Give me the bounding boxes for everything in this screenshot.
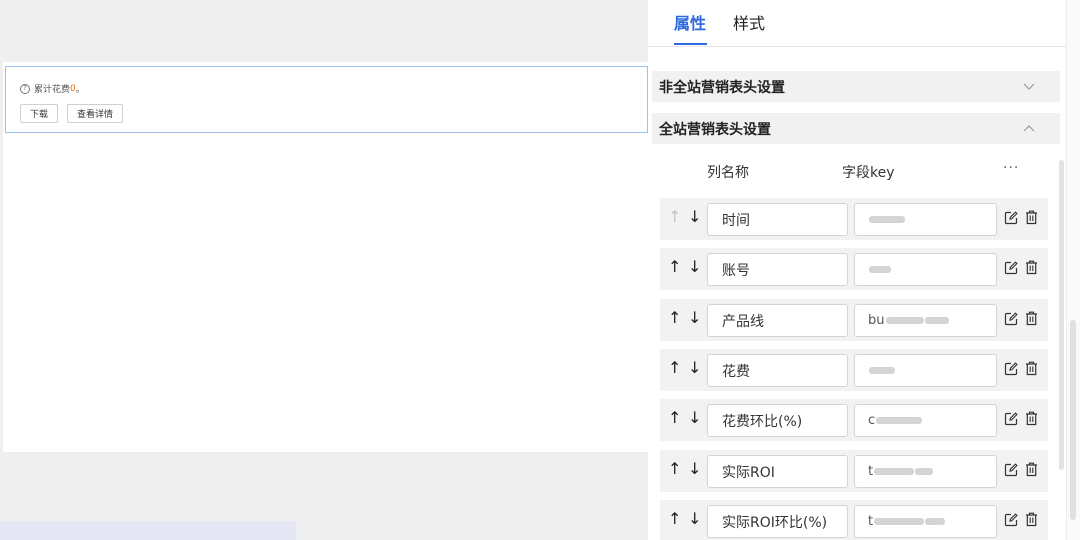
chevron-up-icon: [1023, 125, 1035, 132]
field-key-prefix: t: [868, 514, 874, 529]
redacted-text: [874, 518, 925, 525]
field-key-input[interactable]: c: [854, 404, 997, 437]
field-key-input[interactable]: [854, 354, 997, 387]
editor-canvas: ? 累计花费 0。 下载 查看详情: [0, 0, 648, 540]
summary-prefix: 累计花费: [34, 85, 71, 95]
chevron-down-icon: [1023, 83, 1035, 90]
table-row: ↑ ↓ 产品线 bu: [660, 299, 1048, 341]
column-name-input[interactable]: 账号: [707, 253, 848, 286]
panel-scrollbar[interactable]: [1059, 160, 1064, 470]
table-row: ↑ ↓ 实际ROI环比(%) t: [660, 500, 1048, 540]
question-circle-icon[interactable]: ?: [20, 83, 30, 94]
section-non-site-header[interactable]: 非全站营销表头设置: [652, 71, 1060, 102]
table-row: ↑ ↓ 实际ROI t: [660, 450, 1048, 492]
arrow-up-icon[interactable]: ↑: [668, 408, 681, 427]
column-name-input[interactable]: 实际ROI环比(%): [707, 505, 848, 538]
arrow-up-icon[interactable]: ↑: [668, 308, 681, 327]
field-key-input[interactable]: [854, 253, 997, 286]
arrow-down-icon[interactable]: ↓: [688, 207, 701, 226]
redacted-text: [869, 266, 891, 273]
field-key-input[interactable]: [854, 203, 997, 236]
table-row: ↑ ↓ 花费环比(%) c: [660, 399, 1048, 441]
arrow-up-icon[interactable]: ↑: [668, 257, 681, 276]
field-key-prefix: t: [868, 464, 874, 479]
spend-summary: ? 累计花费 0。: [20, 82, 85, 95]
arrow-up-icon[interactable]: ↑: [668, 509, 681, 528]
arrow-up-icon[interactable]: ↑: [668, 459, 681, 478]
trash-icon[interactable]: [1025, 411, 1038, 426]
redacted-text: [915, 468, 934, 475]
column-headers: 列名称 字段key ···: [648, 152, 1066, 188]
arrow-down-icon[interactable]: ↓: [688, 308, 701, 327]
field-key-input[interactable]: t: [854, 455, 997, 488]
column-name-input[interactable]: 花费环比(%): [707, 404, 848, 437]
trash-icon[interactable]: [1025, 512, 1038, 527]
table-row: ↑ ↓ 时间: [660, 198, 1048, 240]
column-name-input[interactable]: 产品线: [707, 304, 848, 337]
arrow-down-icon[interactable]: ↓: [688, 358, 701, 377]
view-details-button[interactable]: 查看详情: [67, 104, 124, 123]
table-row: ↑ ↓ 账号: [660, 248, 1048, 290]
redacted-text: [925, 518, 946, 525]
field-key-prefix: c: [868, 413, 876, 428]
trash-icon[interactable]: [1025, 361, 1038, 376]
redacted-text: [869, 367, 895, 374]
arrow-down-icon[interactable]: ↓: [688, 459, 701, 478]
tab-properties[interactable]: 属性: [674, 10, 706, 34]
panel-tabs: 属性 样式: [648, 0, 1066, 47]
field-key-input[interactable]: t: [854, 505, 997, 538]
column-name-input[interactable]: 花费: [707, 354, 848, 387]
column-name-input[interactable]: 实际ROI: [707, 455, 848, 488]
trash-icon[interactable]: [1025, 462, 1038, 477]
column-name-input[interactable]: 时间: [707, 203, 848, 236]
redacted-text: [874, 468, 915, 475]
tab-style[interactable]: 样式: [733, 10, 765, 34]
edit-icon[interactable]: [1004, 513, 1018, 527]
edit-icon[interactable]: [1004, 261, 1018, 275]
table-row: ↑ ↓ 花费: [660, 349, 1048, 391]
arrow-down-icon[interactable]: ↓: [688, 257, 701, 276]
arrow-down-icon[interactable]: ↓: [688, 408, 701, 427]
edit-icon[interactable]: [1004, 412, 1018, 426]
redacted-text: [924, 317, 949, 324]
more-icon[interactable]: ···: [1003, 160, 1019, 176]
edit-icon[interactable]: [1004, 211, 1018, 225]
trash-icon[interactable]: [1025, 210, 1038, 225]
redacted-text: [885, 317, 924, 324]
bottom-strip: [0, 521, 296, 540]
arrow-up-icon[interactable]: ↑: [668, 207, 681, 226]
trash-icon[interactable]: [1025, 311, 1038, 326]
section-site-title: 全站营销表头设置: [659, 121, 771, 138]
trash-icon[interactable]: [1025, 260, 1038, 275]
field-key-prefix: bu: [868, 313, 885, 328]
redacted-text: [876, 417, 923, 424]
section-non-site-title: 非全站营销表头设置: [659, 79, 785, 96]
page-scrollbar[interactable]: [1066, 0, 1080, 540]
property-panel: 属性 样式 非全站营销表头设置 全站营销表头设置 列名称 字段key ··· ↑…: [648, 0, 1066, 540]
column-name-header: 列名称: [707, 165, 749, 181]
active-tab-indicator: [674, 43, 707, 45]
download-button[interactable]: 下载: [20, 104, 59, 123]
field-key-input[interactable]: bu: [854, 304, 997, 337]
edit-icon[interactable]: [1004, 312, 1018, 326]
section-site-header[interactable]: 全站营销表头设置: [652, 113, 1060, 144]
edit-icon[interactable]: [1004, 463, 1018, 477]
redacted-text: [869, 216, 905, 223]
field-key-header: 字段key: [842, 165, 895, 181]
arrow-down-icon[interactable]: ↓: [688, 509, 701, 528]
summary-widget[interactable]: ? 累计花费 0。 下载 查看详情: [5, 66, 648, 133]
arrow-up-icon[interactable]: ↑: [668, 358, 681, 377]
summary-suffix: 。: [75, 85, 85, 95]
edit-icon[interactable]: [1004, 362, 1018, 376]
page-scrollbar-thumb[interactable]: [1070, 320, 1076, 520]
